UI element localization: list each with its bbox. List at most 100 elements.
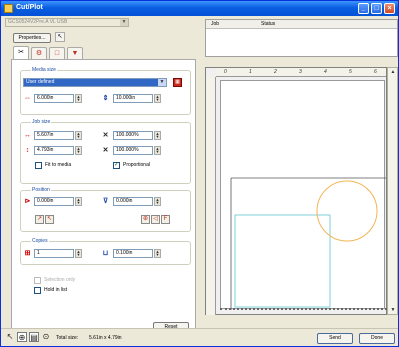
job-width-stepper[interactable]: ▲ ▼	[75, 131, 82, 140]
job-height-percent-stepper[interactable]: ▲ ▼	[154, 146, 161, 155]
copies-spacing-field[interactable]: 0.100in	[113, 249, 153, 258]
ruler-tick-label: 4	[324, 69, 327, 75]
move-origin-icon[interactable]: ↗	[35, 215, 44, 224]
position-group: Position ⊳ 0.000in ▲ ▼ ⊽ 0.000in ▲ ▼ ↗ ↖ ⊕…	[20, 187, 191, 232]
zoom-in-icon[interactable]: ⊙	[41, 332, 51, 342]
window-title: Cut/Plot	[16, 4, 43, 11]
position-x-field[interactable]: 0.000in	[34, 197, 74, 206]
cut-plot-window: Cut/Plot _ □ × GCS0524V2Pre.A VL USB ▼ P…	[0, 0, 399, 347]
vertical-scrollbar[interactable]: ▲ ▼	[387, 67, 398, 315]
fit-page-icon[interactable]: ▤	[29, 332, 39, 342]
close-icon[interactable]: ×	[384, 3, 395, 14]
pointer-tool-icon[interactable]: ↖	[5, 332, 15, 342]
job-width-icon: ↔	[24, 132, 31, 139]
ruler-tick-label: 5	[349, 69, 352, 75]
tab-cut-settings[interactable]: ✂	[13, 46, 29, 59]
media-length-field[interactable]: 10.000in	[113, 94, 153, 103]
scroll-up-icon[interactable]: ▲	[389, 68, 397, 76]
total-size-label: Total size:	[56, 335, 79, 341]
copies-count-field[interactable]: 1	[34, 249, 74, 258]
job-height-stepper[interactable]: ▲ ▼	[75, 146, 82, 155]
job-column-header[interactable]: Job	[211, 21, 219, 27]
queue-header: Job Status	[206, 20, 397, 29]
hold-in-list-checkbox[interactable]	[34, 287, 41, 294]
minimize-icon[interactable]: _	[358, 3, 369, 14]
job-size-label: Job size	[31, 119, 52, 125]
job-queue-list[interactable]: Job Status	[205, 19, 398, 57]
position-x-stepper[interactable]: ▲ ▼	[75, 197, 82, 206]
media-length-icon: ⇕	[102, 95, 109, 102]
properties-button[interactable]: Properties...	[13, 33, 51, 43]
done-button[interactable]: Done	[359, 333, 395, 344]
media-preview	[220, 80, 386, 310]
job-preview-svg	[230, 177, 386, 310]
align-icon[interactable]: ⊕	[141, 215, 150, 224]
proportional-checkbox[interactable]: ✓	[113, 162, 120, 169]
job-size-group: Job size ↔ 5.607in ▲ ▼ ✕ 100.000% ▲ ▼ ↕ 4.…	[20, 119, 191, 184]
copies-icon: ⊞	[24, 250, 31, 257]
status-bar: ↖ ⊕ ▤ ⊙ Total size: 5.61in x 4.79in Send…	[1, 328, 398, 346]
media-size-select[interactable]: User defined ▼	[23, 78, 167, 87]
tab-frame[interactable]: □	[49, 47, 65, 59]
chevron-down-icon[interactable]: ▼	[158, 79, 166, 86]
ruler-top: 0 1 2 3 4 5 6	[216, 68, 386, 77]
tab-pin[interactable]: ▼	[67, 47, 83, 59]
scroll-down-icon[interactable]: ▼	[389, 306, 397, 314]
ruler-tick-label: 6	[374, 69, 377, 75]
pin-icon: ▼	[71, 50, 79, 57]
copies-count-stepper[interactable]: ▲ ▼	[75, 249, 82, 258]
zoom-tool-icon[interactable]: ⊕	[17, 332, 27, 342]
status-column-header[interactable]: Status	[261, 21, 275, 27]
left-panel: GCS0524V2Pre.A VL USB ▼ Properties... ↖ …	[3, 17, 199, 345]
cut-settings-icon: ✂	[18, 49, 24, 56]
preview-canvas[interactable]: 0 1 2 3 4 5 6	[205, 67, 387, 315]
position-y-icon: ⊽	[102, 198, 109, 205]
position-x-icon: ⊳	[24, 198, 31, 205]
tab-tool[interactable]: ⚙	[31, 47, 47, 59]
job-height-percent-field[interactable]: 100.000%	[113, 146, 153, 155]
flip-icon[interactable]: F	[161, 215, 170, 224]
copies-spacing-icon: ⊔	[102, 250, 109, 257]
media-size-value: User defined	[26, 79, 55, 85]
position-y-field[interactable]: 0.000in	[113, 197, 153, 206]
media-length-stepper[interactable]: ▲ ▼	[154, 94, 161, 103]
job-height-icon: ↕	[25, 147, 30, 154]
job-circle[interactable]	[316, 180, 378, 242]
copies-label: Copies	[31, 238, 49, 244]
media-width-field[interactable]: 6.000in	[34, 94, 74, 103]
copies-spacing-stepper[interactable]: ▲ ▼	[154, 249, 161, 258]
job-rectangle[interactable]	[234, 214, 331, 308]
job-width-percent-field[interactable]: 100.000%	[113, 131, 153, 140]
position-label: Position	[31, 187, 51, 193]
job-height-field[interactable]: 4.793in	[34, 146, 74, 155]
scale-width-icon: ✕	[102, 132, 109, 139]
fit-to-media-label: Fit to media	[45, 162, 72, 168]
job-width-field[interactable]: 5.607in	[34, 131, 74, 140]
media-width-stepper[interactable]: ▲ ▼	[75, 94, 82, 103]
frame-icon: □	[54, 50, 60, 57]
scale-height-icon: ✕	[102, 147, 109, 154]
selection-only-checkbox[interactable]	[34, 277, 41, 284]
rotate-icon[interactable]: ◁	[151, 215, 160, 224]
device-select[interactable]: GCS0524V2Pre.A VL USB ▼	[5, 18, 129, 27]
send-button[interactable]: Send	[317, 333, 353, 344]
position-y-stepper[interactable]: ▲ ▼	[154, 197, 161, 206]
media-width-icon: ⇔	[24, 95, 31, 102]
help-cursor-icon[interactable]: ↖	[55, 32, 65, 42]
fit-to-media-checkbox[interactable]	[35, 162, 42, 169]
tool-icon: ⚙	[35, 50, 43, 57]
total-size-value: 5.61in x 4.79in	[89, 335, 122, 341]
maximize-icon[interactable]: □	[371, 3, 382, 14]
settings-tab-page: Media size User defined ▼ ▦ ⇔ 6.000in ▲ ▼…	[11, 59, 196, 329]
media-detect-icon[interactable]: ▦	[173, 78, 182, 87]
ruler-tick-label: 3	[299, 69, 302, 75]
move-origin-reverse-icon[interactable]: ↖	[45, 215, 54, 224]
title-bar[interactable]: Cut/Plot _ □ ×	[1, 1, 398, 16]
ruler-tick-label: 0	[224, 69, 227, 75]
ruler-tick-label: 1	[249, 69, 252, 75]
chevron-down-icon[interactable]: ▼	[120, 19, 128, 26]
copies-group: Copies ⊞ 1 ▲ ▼ ⊔ 0.100in ▲ ▼	[20, 238, 191, 265]
ruler-left	[206, 77, 216, 315]
job-width-percent-stepper[interactable]: ▲ ▼	[154, 131, 161, 140]
device-name: GCS0524V2Pre.A VL USB	[8, 19, 68, 25]
